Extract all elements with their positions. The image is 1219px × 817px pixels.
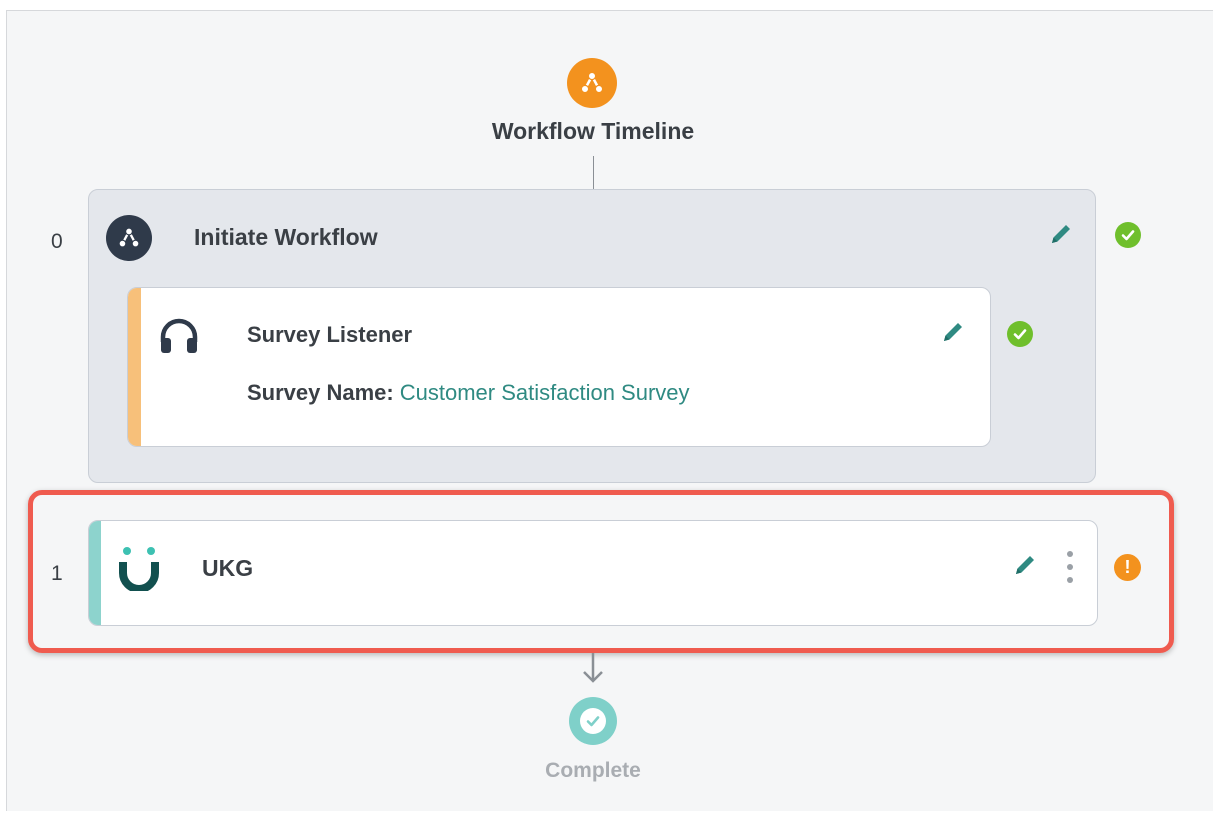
status-check-icon bbox=[1115, 222, 1141, 248]
status-check-icon bbox=[1007, 321, 1033, 347]
survey-name-row: Survey Name: Customer Satisfaction Survey bbox=[247, 380, 690, 406]
more-options-icon[interactable] bbox=[1063, 551, 1077, 583]
step-title: Initiate Workflow bbox=[194, 224, 378, 250]
page-title: Workflow Timeline bbox=[491, 118, 695, 144]
survey-name-label: Survey Name: bbox=[247, 380, 394, 405]
timeline-connector bbox=[593, 156, 594, 189]
survey-listener-card[interactable] bbox=[127, 287, 991, 447]
headphones-icon bbox=[158, 316, 200, 356]
card-accent bbox=[89, 521, 101, 625]
step-number: 1 bbox=[51, 562, 63, 585]
ukg-logo-icon bbox=[117, 545, 161, 593]
survey-listener-title: Survey Listener bbox=[247, 322, 413, 347]
survey-name-value[interactable]: Customer Satisfaction Survey bbox=[400, 380, 690, 405]
edit-pencil-icon[interactable] bbox=[940, 319, 966, 345]
step-number: 0 bbox=[51, 230, 63, 253]
step-title: UKG bbox=[202, 555, 254, 581]
arrow-down-icon bbox=[581, 653, 605, 687]
warning-icon: ! bbox=[1114, 554, 1141, 581]
edit-pencil-icon[interactable] bbox=[1048, 221, 1074, 247]
check-circle-icon bbox=[569, 697, 617, 745]
edit-pencil-icon[interactable] bbox=[1012, 552, 1038, 578]
complete-label: Complete bbox=[545, 759, 641, 782]
workflow-icon bbox=[567, 58, 617, 108]
card-accent bbox=[128, 288, 141, 446]
workflow-icon bbox=[106, 215, 152, 261]
